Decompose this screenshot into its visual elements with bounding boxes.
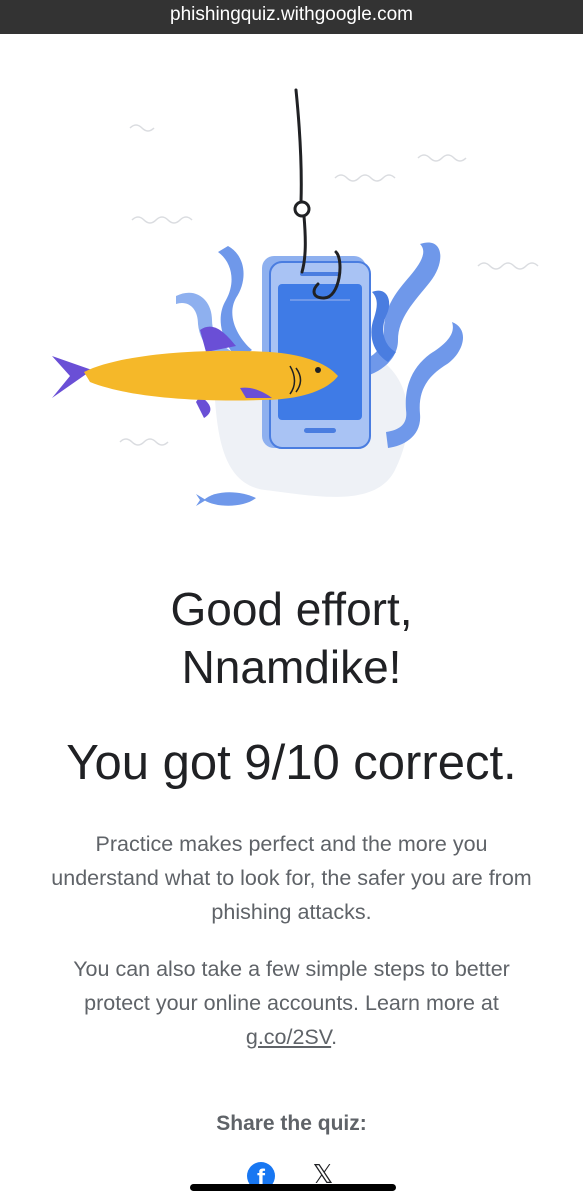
url-text: phishingquiz.withgoogle.com	[170, 4, 413, 25]
paragraph-period: .	[331, 1025, 338, 1049]
small-blue-fish	[196, 492, 256, 506]
learn-more-link[interactable]: g.co/2SV	[246, 1025, 331, 1049]
headline-line-2: Nnamdike!	[181, 641, 402, 693]
share-label: Share the quiz:	[216, 1112, 367, 1135]
home-indicator	[190, 1184, 396, 1191]
protect-accounts-paragraph: You can also take a few simple steps to …	[50, 952, 533, 1054]
score-text: You got 9/10 correct.	[66, 736, 517, 790]
headline-line-1: Good effort,	[170, 583, 413, 635]
practice-paragraph: Practice makes perfect and the more you …	[51, 832, 532, 924]
browser-address-bar[interactable]: phishingquiz.withgoogle.com	[0, 0, 583, 34]
result-headline: Good effort, Nnamdike!	[0, 580, 583, 696]
phishing-hero-illustration	[52, 88, 539, 506]
protect-accounts-text: You can also take a few simple steps to …	[73, 957, 510, 1015]
